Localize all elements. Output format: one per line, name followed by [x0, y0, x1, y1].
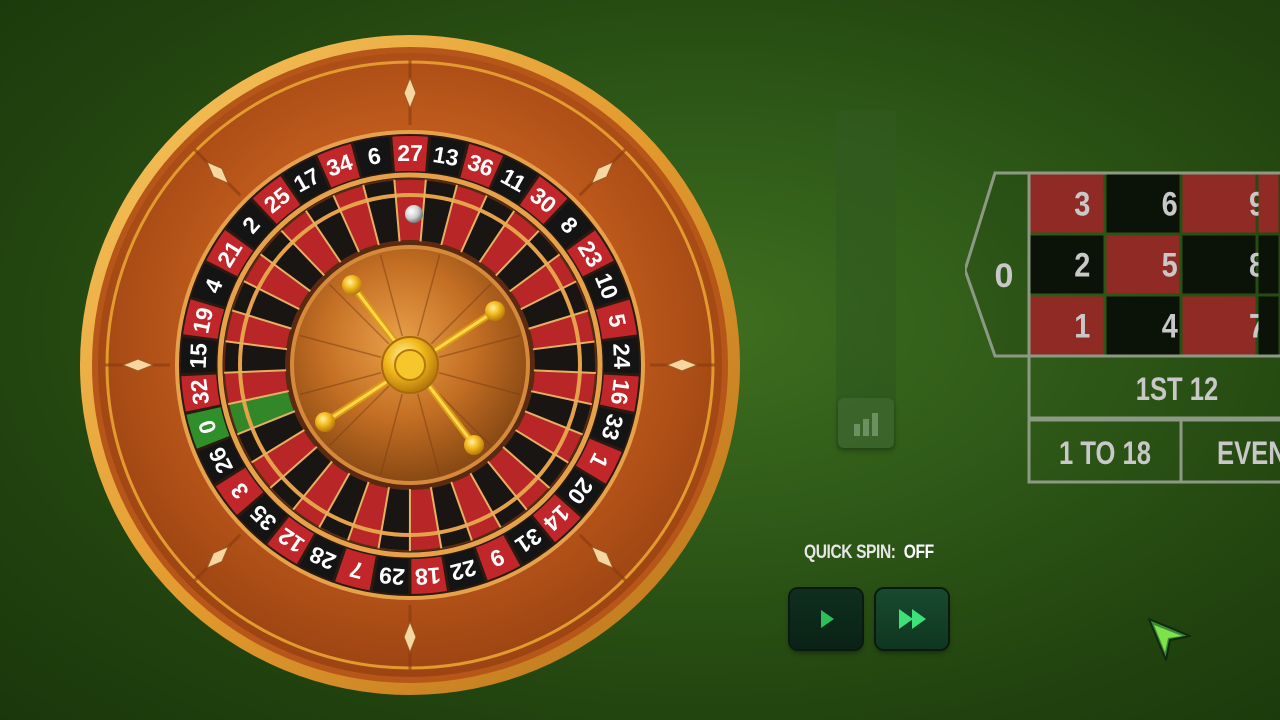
- roulette-wheel-graphic: 03215194212251734 6 27 13 36 1130823105241633…: [80, 35, 740, 695]
- wheel-number-label: 32: [185, 377, 214, 406]
- number-bet-cell-partial[interactable]: [1258, 174, 1279, 233]
- number-bet-cell-partial[interactable]: [1258, 296, 1279, 355]
- fast-forward-icon: [899, 609, 926, 629]
- wheel-number-label: 13: [431, 141, 461, 171]
- number-bet-cell-partial[interactable]: [1258, 235, 1279, 294]
- wheel-number-label: 16: [606, 378, 635, 407]
- low-label: 1 TO 18: [1059, 436, 1151, 471]
- even-label: EVEN: [1217, 436, 1280, 471]
- number-bet-label: 6: [1162, 184, 1178, 223]
- bar-chart-icon: [854, 413, 878, 436]
- number-bet-cell[interactable]: [1182, 174, 1256, 233]
- quick-spin-label: QUICK SPIN:: [804, 542, 896, 563]
- number-bet-cell[interactable]: [1030, 235, 1104, 294]
- betting-grid: 0 3 6 92 5 81 4 7 1ST 12 1 TO 18 EVEN: [965, 171, 1280, 484]
- quick-spin-state: OFF: [903, 542, 934, 563]
- wheel-number-label: 27: [397, 140, 423, 166]
- spin-button[interactable]: [790, 589, 862, 649]
- number-bet-cell[interactable]: [1182, 296, 1256, 355]
- number-bet-cell[interactable]: [1182, 235, 1256, 294]
- number-bet-cell[interactable]: [1030, 296, 1104, 355]
- number-bet-label: 1: [1074, 306, 1090, 345]
- dozen-label: 1ST 12: [1136, 372, 1219, 407]
- number-bet-label: 4: [1162, 306, 1178, 345]
- number-bet-label: 2: [1074, 245, 1090, 284]
- pointer-cursor-icon: [1148, 618, 1191, 661]
- zero-label: 0: [995, 257, 1014, 295]
- roulette-wheel: 0 32 15 19 4 21 2 25 17 34 6 27 13 36 11 30 8 23 10 5 24 16 33…: [80, 35, 740, 695]
- number-bet-cell[interactable]: [1030, 174, 1104, 233]
- number-bet-label: 5: [1162, 245, 1178, 284]
- wheel-number-label: 15: [185, 342, 212, 369]
- wheel-number-label: 18: [414, 562, 442, 590]
- betting-board: 0 369258147 1ST 12 1 TO 18 EVEN: [965, 170, 1280, 490]
- number-bet-label: 3: [1074, 184, 1090, 223]
- roulette-ball: [405, 205, 423, 223]
- wheel-number-label: 29: [378, 562, 406, 590]
- quick-spin-button[interactable]: [876, 589, 948, 649]
- wheel-number-label: 19: [187, 305, 218, 336]
- play-icon: [821, 610, 834, 628]
- wheel-number-label: 24: [608, 343, 635, 370]
- history-button[interactable]: [838, 398, 894, 448]
- quick-spin-toggle[interactable]: QUICK SPIN: OFF: [804, 542, 934, 564]
